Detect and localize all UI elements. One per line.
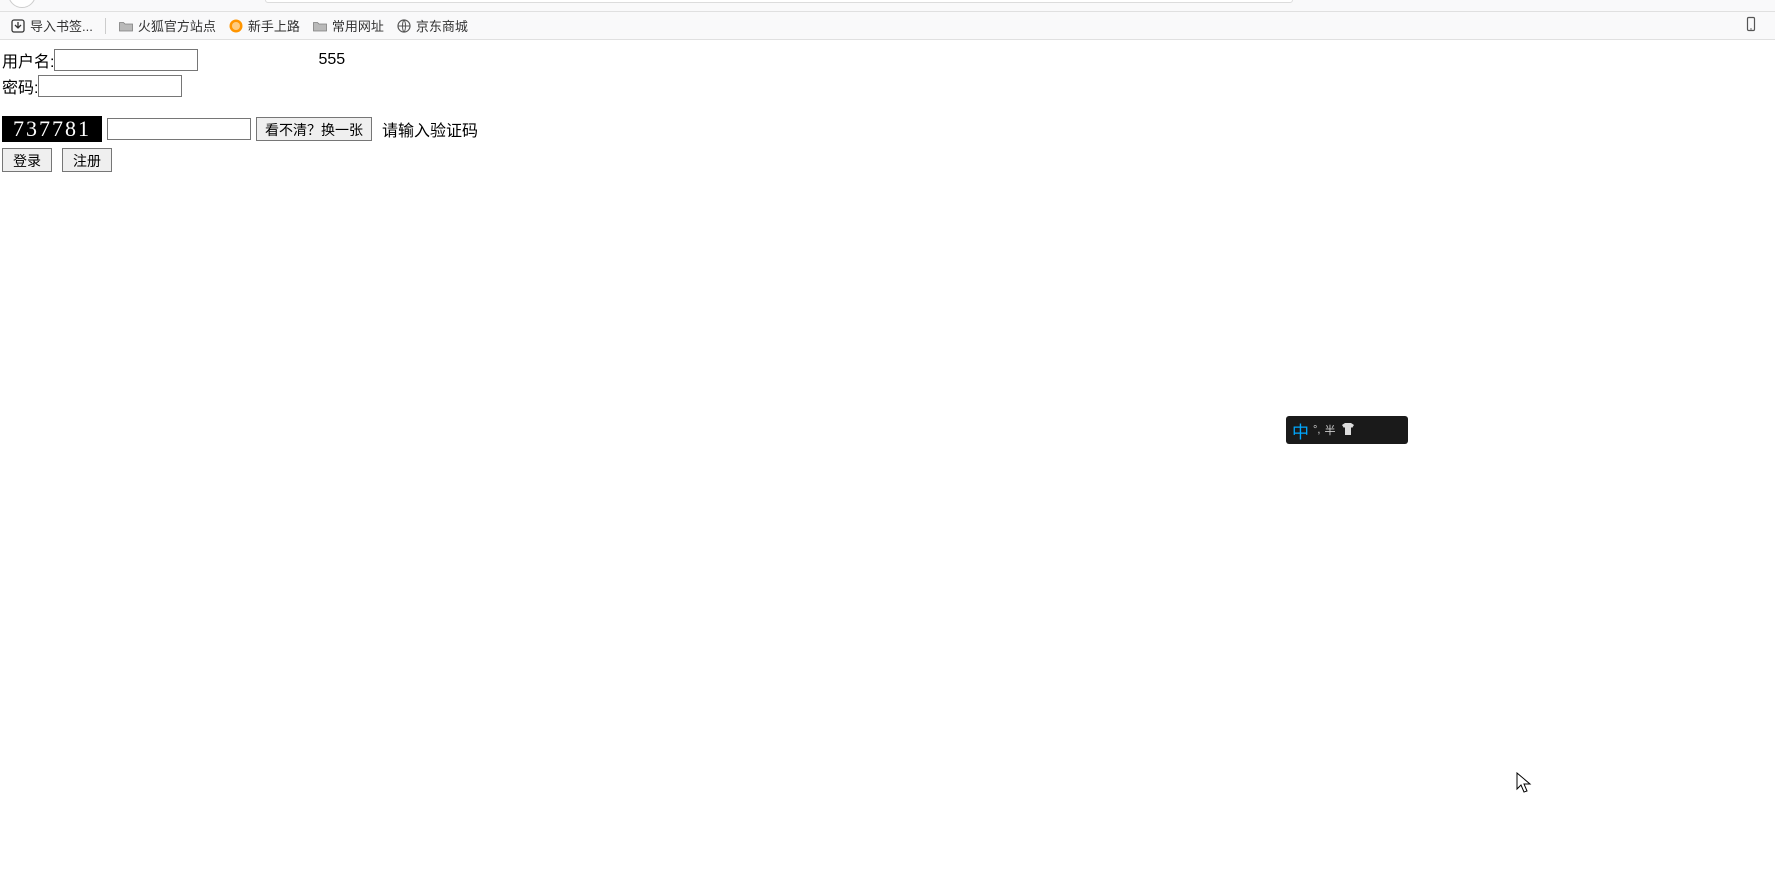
import-icon bbox=[10, 18, 26, 34]
ime-mode-text: 中 bbox=[1292, 418, 1309, 443]
bookmark-firefox-official-label: 火狐官方站点 bbox=[138, 16, 216, 35]
password-row: 密码: bbox=[2, 74, 1773, 98]
username-label: 用户名: bbox=[2, 48, 54, 72]
bookmark-jd-label: 京东商城 bbox=[416, 16, 468, 35]
password-input[interactable] bbox=[38, 75, 182, 97]
ime-width-text: 半 bbox=[1324, 422, 1335, 438]
ime-indicator[interactable]: 中 °, 半 bbox=[1286, 416, 1408, 444]
firefox-icon bbox=[228, 18, 244, 34]
import-bookmarks-label: 导入书签... bbox=[30, 16, 93, 35]
folder-icon bbox=[312, 18, 328, 34]
bookmark-common-sites[interactable]: 常用网址 bbox=[308, 14, 388, 37]
globe-icon bbox=[396, 18, 412, 34]
captcha-section: 737781 看不清？换一张 请输入验证码 bbox=[2, 116, 1773, 142]
bookmark-getting-started-label: 新手上路 bbox=[248, 16, 300, 35]
side-value-text: 555 bbox=[318, 51, 345, 69]
ime-punct-text: °, bbox=[1313, 424, 1320, 436]
login-button[interactable]: 登录 bbox=[2, 148, 52, 172]
username-row: 用户名: 555 bbox=[2, 48, 1773, 72]
bookmark-firefox-official[interactable]: 火狐官方站点 bbox=[114, 14, 220, 37]
action-buttons: 登录 注册 bbox=[2, 148, 1773, 172]
captcha-code-text: 737781 bbox=[13, 116, 91, 142]
username-input[interactable] bbox=[54, 49, 198, 71]
import-bookmarks-button[interactable]: 导入书签... bbox=[6, 14, 97, 37]
bookmark-getting-started[interactable]: 新手上路 bbox=[224, 14, 304, 37]
captcha-input[interactable] bbox=[107, 118, 251, 140]
page-content: 用户名: 555 密码: 737781 看不清？换一张 请输入验证码 登录 注册 bbox=[0, 40, 1775, 180]
bookmarks-toolbar: 导入书签... 火狐官方站点 新手上路 常用网址 京东商城 bbox=[0, 12, 1775, 40]
browser-top-bar bbox=[0, 0, 1775, 12]
bookmark-common-sites-label: 常用网址 bbox=[332, 16, 384, 35]
synced-tabs-button[interactable] bbox=[1743, 16, 1759, 35]
mobile-icon bbox=[1743, 16, 1759, 32]
captcha-image: 737781 bbox=[2, 116, 102, 142]
password-label: 密码: bbox=[2, 74, 38, 98]
bookmark-jd[interactable]: 京东商城 bbox=[392, 14, 472, 37]
tshirt-icon bbox=[1339, 421, 1357, 439]
toolbar-divider bbox=[105, 18, 106, 34]
folder-icon bbox=[118, 18, 134, 34]
refresh-captcha-button[interactable]: 看不清？换一张 bbox=[256, 117, 372, 141]
register-button[interactable]: 注册 bbox=[62, 148, 112, 172]
reload-button[interactable] bbox=[8, 0, 36, 8]
url-bar[interactable] bbox=[265, 0, 1293, 3]
captcha-hint-text: 请输入验证码 bbox=[382, 117, 478, 141]
mouse-cursor bbox=[1516, 772, 1532, 794]
